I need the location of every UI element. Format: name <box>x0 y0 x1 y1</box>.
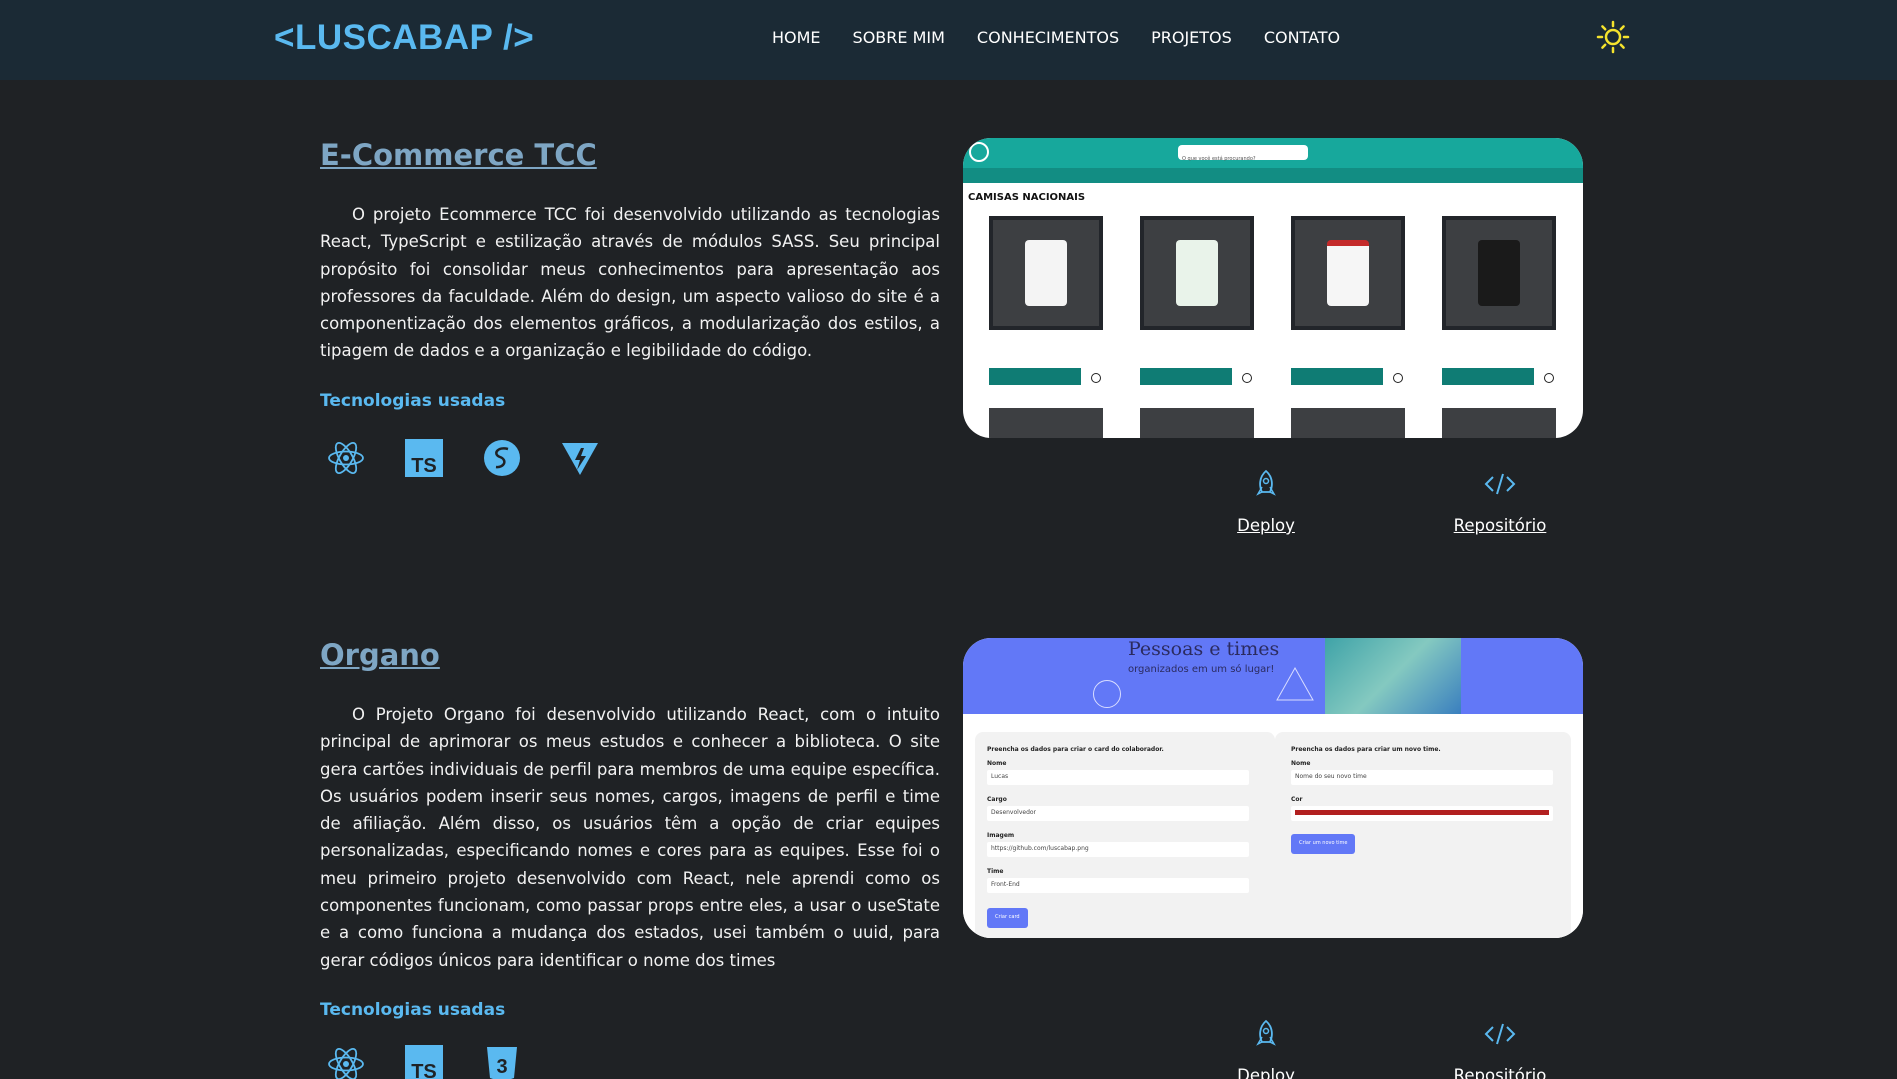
preview-banner: Pessoas e times organizados em um só lug… <box>963 638 1583 714</box>
project-links: Deploy Repositório <box>1120 468 1546 548</box>
project-description: O Projeto Organo foi desenvolvido utiliz… <box>320 705 940 970</box>
product-image <box>989 216 1103 330</box>
project-preview-ecommerce: O que você está procurando? CAMISAS NACI… <box>963 138 1583 438</box>
team-form: Preencha os dados para criar um novo tim… <box>1275 732 1571 938</box>
vite-icon <box>558 436 602 480</box>
field-label: Imagem <box>987 832 1015 839</box>
main-nav: HOME SOBRE MIM CONHECIMENTOS PROJETOS CO… <box>772 28 1372 47</box>
svg-text:3: 3 <box>496 1056 507 1078</box>
nav-projetos[interactable]: PROJETOS <box>1151 28 1232 47</box>
product-image <box>1442 216 1556 330</box>
field-input: Desenvolvedor <box>987 806 1249 821</box>
field-label: Nome <box>987 760 1007 767</box>
heart-icon <box>1393 373 1403 383</box>
code-icon <box>1484 1023 1516 1045</box>
typescript-icon: TS <box>402 436 446 480</box>
create-team-button: Criar um novo time <box>1291 834 1356 854</box>
typescript-icon: TS <box>402 1042 446 1079</box>
project-organo: Organo O Projeto Organo foi desenvolvido… <box>320 638 1583 1079</box>
sass-icon <box>480 436 524 480</box>
project-links: Deploy Repositório <box>1120 1018 1546 1079</box>
field-label: Time <box>987 868 1004 875</box>
code-icon <box>1484 473 1516 495</box>
preview-forms: Preencha os dados para criar o card do c… <box>963 714 1583 938</box>
add-to-cart-button <box>1140 368 1232 385</box>
circle-decoration <box>1093 680 1121 708</box>
product-row-2 <box>989 408 1569 438</box>
add-to-cart-button <box>989 368 1081 385</box>
rocket-icon <box>1256 469 1276 496</box>
tech-icons: TS <box>324 436 636 480</box>
product-image <box>1140 216 1254 330</box>
form-title: Preencha os dados para criar um novo tim… <box>1291 746 1441 753</box>
tech-icons: TS 3 <box>324 1042 558 1079</box>
add-to-cart-button <box>1442 368 1534 385</box>
project-title[interactable]: E-Commerce TCC <box>320 138 597 172</box>
project-ecommerce: E-Commerce TCC O projeto Ecommerce TCC f… <box>320 138 1583 558</box>
site-logo[interactable]: <LUSCABAP /> <box>274 18 534 58</box>
field-input: Lucas <box>987 770 1249 785</box>
nav-home[interactable]: HOME <box>772 28 821 47</box>
nav-sobre-mim[interactable]: SOBRE MIM <box>853 28 945 47</box>
field-label: Cargo <box>987 796 1007 803</box>
color-field <box>1291 806 1553 821</box>
preview-banner-photo <box>1325 638 1461 714</box>
field-label: Nome <box>1291 760 1311 767</box>
product-card <box>989 216 1103 385</box>
project-description: O projeto Ecommerce TCC foi desenvolvido… <box>320 205 940 361</box>
nav-contato[interactable]: CONTATO <box>1264 28 1340 47</box>
deploy-link[interactable]: Deploy <box>1206 468 1326 535</box>
preview-search-text: O que você está procurando? <box>1182 156 1256 162</box>
tech-title: Tecnologias usadas <box>320 391 506 411</box>
preview-search: O que você está procurando? <box>1178 145 1308 162</box>
heart-icon <box>1091 373 1101 383</box>
repository-link[interactable]: Repositório <box>1440 1018 1560 1079</box>
repository-label[interactable]: Repositório <box>1440 1066 1560 1079</box>
svg-text:TS: TS <box>411 1061 437 1079</box>
field-input: https://github.com/luscabap.png <box>987 842 1249 857</box>
heart-icon <box>1242 373 1252 383</box>
deploy-label[interactable]: Deploy <box>1206 1066 1326 1079</box>
react-icon <box>324 1042 368 1079</box>
product-card <box>1291 216 1405 385</box>
repository-link[interactable]: Repositório <box>1440 468 1560 535</box>
field-label: Cor <box>1291 796 1303 803</box>
product-card <box>1140 216 1254 385</box>
create-card-button: Criar card <box>987 908 1028 928</box>
triangle-decoration <box>1276 666 1314 701</box>
preview-banner-title: Pessoas e times <box>1128 638 1280 660</box>
rocket-icon <box>1256 1019 1276 1046</box>
repository-label[interactable]: Repositório <box>1440 516 1560 535</box>
svg-text:TS: TS <box>411 455 437 477</box>
deploy-label[interactable]: Deploy <box>1206 516 1326 535</box>
nav-conhecimentos[interactable]: CONHECIMENTOS <box>977 28 1119 47</box>
tech-title: Tecnologias usadas <box>320 1000 506 1020</box>
css3-icon: 3 <box>480 1042 524 1079</box>
field-input: Nome do seu novo time <box>1291 770 1553 785</box>
product-image <box>1291 216 1405 330</box>
project-title[interactable]: Organo <box>320 638 440 672</box>
site-header: <LUSCABAP /> HOME SOBRE MIM CONHECIMENTO… <box>0 0 1897 80</box>
add-to-cart-button <box>1291 368 1383 385</box>
preview-logo-icon <box>969 142 989 162</box>
preview-header: O que você está procurando? <box>963 138 1583 168</box>
form-title: Preencha os dados para criar o card do c… <box>987 746 1164 753</box>
product-card <box>1442 216 1556 385</box>
project-preview-organo: Pessoas e times organizados em um só lug… <box>963 638 1583 938</box>
preview-subnav <box>963 168 1583 183</box>
react-icon <box>324 436 368 480</box>
collaborator-form: Preencha os dados para criar o card do c… <box>975 732 1275 938</box>
preview-section-title: CAMISAS NACIONAIS <box>968 192 1086 203</box>
preview-banner-subtitle: organizados em um só lugar! <box>1128 664 1275 675</box>
deploy-link[interactable]: Deploy <box>1206 1018 1326 1079</box>
field-select: Front-End <box>987 878 1249 893</box>
heart-icon <box>1544 373 1554 383</box>
sun-icon[interactable] <box>1596 20 1630 54</box>
